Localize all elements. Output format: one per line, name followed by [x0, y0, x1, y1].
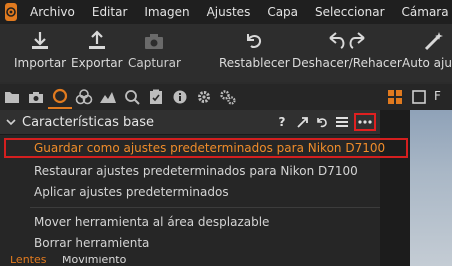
color-tab-icon[interactable]: [72, 85, 96, 109]
viewer-image: [410, 110, 452, 266]
menu-camara[interactable]: Cámara: [402, 5, 449, 19]
more-dots-icon: [358, 120, 372, 124]
metadata-tab-icon[interactable]: [144, 85, 168, 109]
folder-tab-icon[interactable]: [0, 85, 24, 109]
toolbar: Importar Exportar Capturar Restablecer D…: [0, 24, 452, 82]
menu-editar[interactable]: Editar: [92, 5, 128, 19]
menu-capa[interactable]: Capa: [267, 5, 298, 19]
capture-label: Capturar: [128, 56, 181, 70]
import-button[interactable]: Importar: [14, 28, 66, 70]
menu-seleccionar[interactable]: Seleccionar: [315, 5, 384, 19]
menu-item-move-tool[interactable]: Mover herramienta al área desplazable: [6, 212, 406, 232]
bottom-tabs: Lentes Movimiento: [0, 256, 380, 266]
reset-label: Restablecer: [219, 56, 290, 70]
upload-icon: [86, 28, 108, 54]
undo-redo-label: Deshacer/Rehacer: [292, 56, 402, 70]
details-tab-icon[interactable]: [120, 85, 144, 109]
auto-adjust-label: Auto ajus: [402, 56, 452, 70]
menu-item-save-defaults[interactable]: Guardar como ajustes predeterminados par…: [4, 138, 408, 158]
collapse-chevron-icon[interactable]: [6, 115, 16, 129]
magic-wand-icon: [422, 28, 444, 54]
auto-adjust-button[interactable]: Auto ajus: [402, 28, 452, 70]
import-label: Importar: [14, 56, 67, 70]
presets-menu-icon[interactable]: [334, 114, 350, 130]
reset-button[interactable]: Restablecer: [219, 28, 290, 70]
menu-bar: Archivo Editar Imagen Ajustes Capa Selec…: [0, 0, 452, 24]
camera-icon: [143, 28, 165, 54]
grid-view-icon[interactable]: [388, 90, 402, 107]
single-view-icon[interactable]: [412, 90, 426, 107]
panel-title: Características base: [22, 114, 155, 130]
info-tab-icon[interactable]: [168, 85, 192, 109]
viewer-partial-label: F: [434, 89, 441, 103]
download-icon: [29, 28, 51, 54]
options-dropdown-menu: Guardar como ajustes predeterminados par…: [0, 134, 408, 257]
tab-movimiento[interactable]: Movimiento: [62, 256, 126, 266]
menu-imagen[interactable]: Imagen: [144, 5, 189, 19]
expand-icon[interactable]: [294, 114, 310, 130]
menu-item-apply-defaults[interactable]: Aplicar ajustes predeterminados: [6, 182, 406, 202]
panel-header-icons: ?: [274, 113, 376, 131]
camera-tab-icon[interactable]: [24, 85, 48, 109]
lens-tab-icon[interactable]: [48, 85, 72, 109]
exposure-tab-icon[interactable]: [96, 85, 120, 109]
undo-redo-button[interactable]: Deshacer/Rehacer: [292, 28, 402, 70]
menu-ajustes[interactable]: Ajustes: [207, 5, 251, 19]
menu-separator: [30, 207, 380, 208]
menu-item-restore-defaults[interactable]: Restaurar ajustes predeterminados para N…: [6, 161, 406, 181]
viewer-toolbar: F: [380, 84, 452, 110]
help-icon[interactable]: ?: [274, 114, 290, 130]
menu-item-delete-tool[interactable]: Borrar herramienta: [6, 233, 406, 253]
menu-archivo[interactable]: Archivo: [30, 5, 75, 19]
capture-button[interactable]: Capturar: [128, 28, 181, 70]
app-logo-icon[interactable]: [5, 3, 17, 21]
export-label: Exportar: [71, 56, 123, 70]
reset-icon: [243, 28, 265, 54]
batch-tab-icon[interactable]: [216, 85, 240, 109]
export-button[interactable]: Exportar: [71, 28, 123, 70]
undo-redo-icon: [327, 28, 367, 54]
settings-tab-icon[interactable]: [192, 85, 216, 109]
reset-tool-icon[interactable]: [314, 114, 330, 130]
more-options-button[interactable]: [354, 113, 376, 131]
tool-tab-bar: [0, 84, 380, 110]
tab-lentes[interactable]: Lentes: [10, 256, 47, 266]
panel-header: Características base ?: [0, 110, 380, 134]
